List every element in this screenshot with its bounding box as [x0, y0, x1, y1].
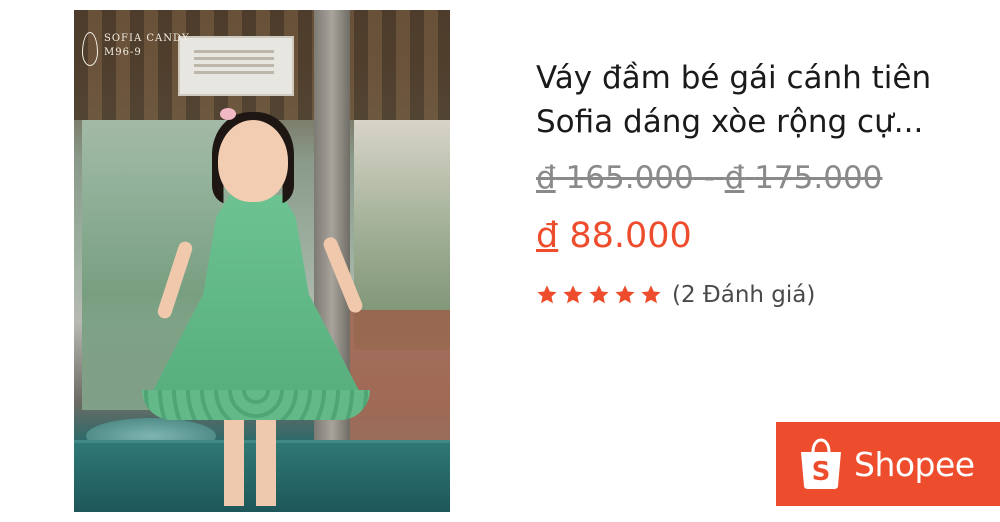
photo-legs: [224, 420, 276, 506]
photo-hair-bow: [220, 108, 236, 120]
product-image[interactable]: SOFIA CANDY M96-9: [74, 10, 450, 512]
sale-price: đ 88.000: [536, 216, 692, 256]
photo-dress-ruffle: [142, 390, 370, 420]
shopee-brand-name: Shopee: [854, 444, 975, 484]
rating-stars: [536, 284, 662, 306]
original-price-range: đ 165.000 - đ 175.000: [536, 160, 882, 196]
photo-wall: [350, 310, 450, 450]
star-icon: [615, 285, 635, 304]
shopee-logo[interactable]: S Shopee: [776, 422, 1000, 506]
product-title[interactable]: Váy đầm bé gái cánh tiên Sofia dáng xòe …: [536, 56, 986, 144]
star-icon: [563, 285, 583, 304]
star-icon: [641, 285, 661, 304]
original-price-min: 165.000: [565, 160, 694, 196]
shopping-bag-icon: S: [801, 438, 841, 489]
currency-symbol: đ: [536, 216, 559, 256]
star-icon: [537, 285, 557, 304]
currency-symbol: đ: [724, 160, 745, 196]
sale-price-value: 88.000: [569, 216, 692, 256]
price-range-separator: -: [693, 160, 725, 196]
leaf-logo-icon: [82, 32, 98, 66]
star-icon: [589, 285, 609, 304]
review-count[interactable]: (2 Đánh giá): [672, 282, 815, 308]
photo-air-conditioner: [178, 36, 294, 96]
watermark-code: M96-9: [104, 47, 142, 58]
image-watermark: SOFIA CANDY M96-9: [82, 32, 190, 66]
photo-face: [218, 120, 288, 202]
svg-text:S: S: [812, 457, 831, 487]
original-price-max: 175.000: [754, 160, 883, 196]
rating-row[interactable]: (2 Đánh giá): [536, 282, 815, 308]
watermark-brand: SOFIA CANDY: [104, 33, 190, 44]
currency-symbol: đ: [536, 160, 556, 196]
